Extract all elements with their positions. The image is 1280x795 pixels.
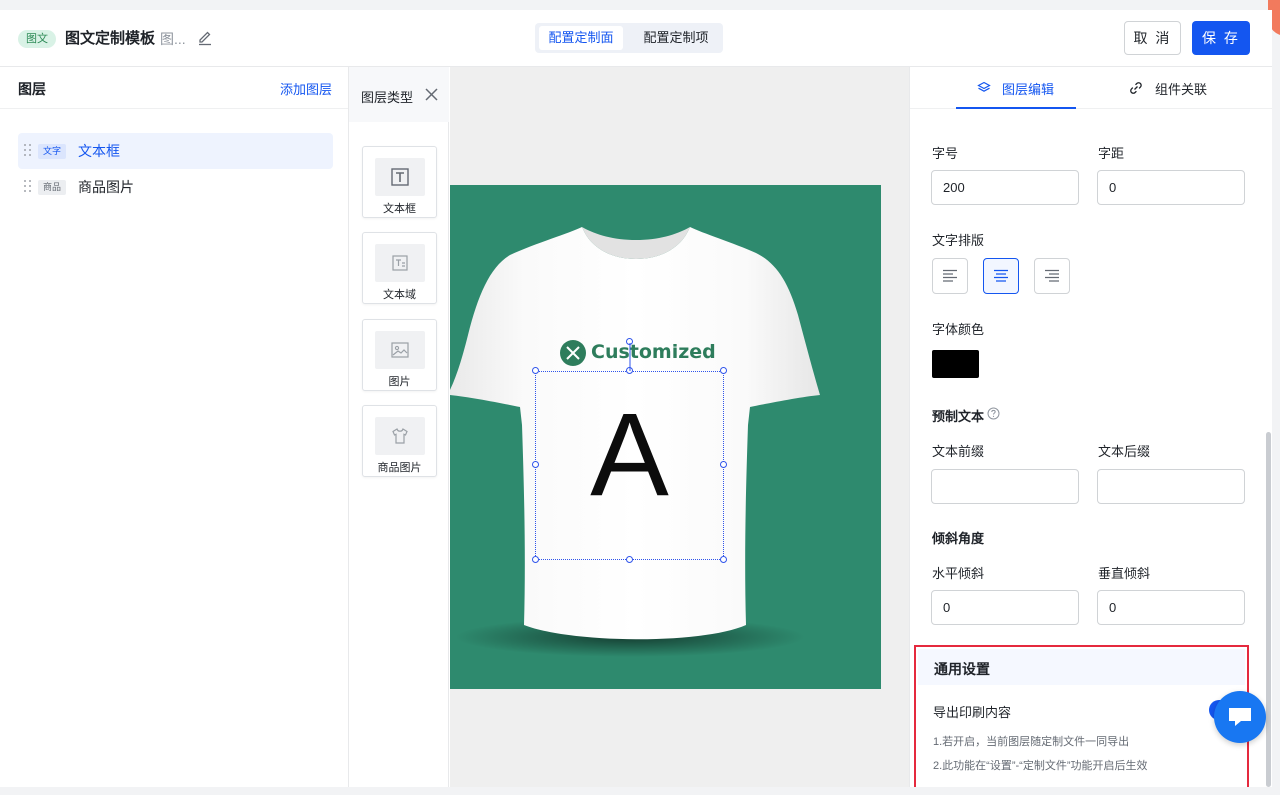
layer-types-header: 图层类型 bbox=[349, 67, 449, 122]
type-card-image[interactable]: 图片 bbox=[362, 319, 437, 391]
resize-handle[interactable] bbox=[720, 461, 727, 468]
font-color-label: 字体颜色 bbox=[932, 322, 985, 337]
suffix-label: 文本后缀 bbox=[1098, 444, 1151, 459]
general-settings-title: 通用设置 bbox=[934, 661, 990, 677]
layers-header: 图层 添加图层 bbox=[0, 67, 348, 109]
app-frame: 图文 图文定制模板 图... 配置定制面 配置定制项 取 消 保 存 图层 添加… bbox=[0, 10, 1272, 787]
general-settings-header: 通用设置 bbox=[918, 649, 1245, 685]
properties-tabs: 图层编辑 组件关联 bbox=[910, 67, 1272, 109]
add-layer-link[interactable]: 添加图层 bbox=[280, 79, 332, 98]
skew-label: 倾斜角度 bbox=[932, 531, 985, 546]
general-settings-section: 通用设置 导出印刷内容 1.若开启，当前图层随定制文件一同导出 2.此功能在“设… bbox=[914, 645, 1249, 787]
selection-box[interactable] bbox=[535, 371, 724, 560]
tshirt-icon bbox=[375, 417, 425, 455]
resize-handle[interactable] bbox=[720, 367, 727, 374]
font-color-swatch[interactable] bbox=[932, 350, 979, 378]
align-left-icon bbox=[943, 269, 957, 282]
template-title: 图文定制模板 bbox=[65, 30, 156, 47]
font-size-input[interactable]: 200 bbox=[931, 170, 1079, 205]
resize-handle[interactable] bbox=[532, 367, 539, 374]
template-title-truncated: 图... bbox=[160, 31, 186, 47]
type-card-product-image[interactable]: 商品图片 bbox=[362, 405, 437, 477]
v-skew-label: 垂直倾斜 bbox=[1098, 566, 1151, 581]
align-center-icon bbox=[994, 269, 1008, 282]
template-type-badge: 图文 bbox=[18, 30, 56, 48]
type-card-textarea[interactable]: 文本域 bbox=[362, 232, 437, 304]
letter-spacing-input[interactable]: 0 bbox=[1097, 170, 1245, 205]
export-note-2: 2.此功能在“设置”-“定制文件”功能开启后生效 bbox=[933, 760, 1148, 772]
close-icon[interactable] bbox=[425, 88, 438, 101]
align-right-icon bbox=[1045, 269, 1059, 282]
cancel-button[interactable]: 取 消 bbox=[1124, 21, 1181, 55]
layer-name: 商品图片 bbox=[78, 179, 134, 195]
font-size-label: 字号 bbox=[932, 146, 959, 161]
type-label: 图片 bbox=[388, 376, 411, 388]
save-button[interactable]: 保 存 bbox=[1192, 21, 1250, 55]
layer-types-panel: 图层类型 文本框 文本域 图片 商品图片 bbox=[349, 67, 449, 787]
vertical-scrollbar[interactable] bbox=[1266, 432, 1271, 787]
type-card-textbox[interactable]: 文本框 bbox=[362, 146, 437, 218]
logo-text: Customized bbox=[591, 341, 716, 363]
layer-type-tag: 商品 bbox=[38, 180, 67, 195]
layer-item-textbox[interactable]: 文字 文本框 bbox=[18, 133, 333, 169]
type-label: 商品图片 bbox=[377, 462, 422, 474]
prefix-input[interactable] bbox=[931, 469, 1079, 504]
text-box-icon bbox=[375, 158, 425, 196]
preset-text-label: 预制文本 bbox=[932, 409, 985, 424]
view-segmented-control: 配置定制面 配置定制项 bbox=[535, 23, 723, 53]
text-area-icon bbox=[375, 244, 425, 282]
prefix-label: 文本前缀 bbox=[932, 444, 985, 459]
top-header: 图文 图文定制模板 图... 配置定制面 配置定制项 取 消 保 存 bbox=[0, 10, 1272, 67]
active-tab-indicator bbox=[956, 107, 1076, 109]
layer-types-title: 图层类型 bbox=[361, 90, 414, 105]
resize-handle[interactable] bbox=[626, 556, 633, 563]
resize-handle[interactable] bbox=[532, 556, 539, 563]
type-label: 文本域 bbox=[383, 289, 416, 301]
tab-config-items[interactable]: 配置定制项 bbox=[633, 26, 719, 50]
layers-title: 图层 bbox=[18, 81, 46, 97]
link-icon bbox=[1130, 82, 1142, 94]
tab-config-surface[interactable]: 配置定制面 bbox=[539, 26, 623, 50]
product-preview: Customized A bbox=[450, 185, 881, 689]
edit-pencil-icon[interactable] bbox=[197, 30, 213, 46]
design-canvas: Customized A bbox=[450, 67, 909, 787]
export-note-1: 1.若开启，当前图层随定制文件一同导出 bbox=[933, 736, 1130, 748]
chat-bubble-icon bbox=[1229, 708, 1251, 726]
layer-type-tag: 文字 bbox=[38, 144, 67, 159]
tab-component-link[interactable]: 组件关联 bbox=[1155, 79, 1207, 98]
help-icon[interactable] bbox=[987, 407, 1000, 420]
type-label: 文本框 bbox=[383, 203, 416, 215]
align-left-button[interactable] bbox=[932, 258, 968, 294]
resize-handle[interactable] bbox=[720, 556, 727, 563]
text-align-label: 文字排版 bbox=[932, 233, 985, 248]
layer-name: 文本框 bbox=[78, 143, 120, 159]
resize-handle[interactable] bbox=[532, 461, 539, 468]
suffix-input[interactable] bbox=[1097, 469, 1245, 504]
rotate-connector bbox=[629, 343, 631, 371]
drag-handle-icon[interactable] bbox=[24, 180, 32, 194]
layers-panel: 图层 添加图层 文字 文本框 商品 商品图片 bbox=[0, 67, 349, 787]
v-skew-input[interactable]: 0 bbox=[1097, 590, 1245, 625]
align-right-button[interactable] bbox=[1034, 258, 1070, 294]
layers-icon bbox=[977, 81, 991, 92]
chat-support-button[interactable] bbox=[1214, 691, 1266, 743]
tab-layer-edit[interactable]: 图层编辑 bbox=[1002, 79, 1054, 98]
letter-spacing-label: 字距 bbox=[1098, 146, 1125, 161]
layer-item-product-image[interactable]: 商品 商品图片 bbox=[18, 169, 333, 205]
drag-handle-icon[interactable] bbox=[24, 144, 32, 158]
align-center-button[interactable] bbox=[983, 258, 1019, 294]
properties-panel: 图层编辑 组件关联 字号 200 字距 0 文字排版 字体颜色 预制文本 文本前… bbox=[909, 67, 1272, 787]
h-skew-input[interactable]: 0 bbox=[931, 590, 1079, 625]
export-print-label: 导出印刷内容 bbox=[933, 705, 1012, 720]
h-skew-label: 水平倾斜 bbox=[932, 566, 985, 581]
image-icon bbox=[375, 331, 425, 369]
